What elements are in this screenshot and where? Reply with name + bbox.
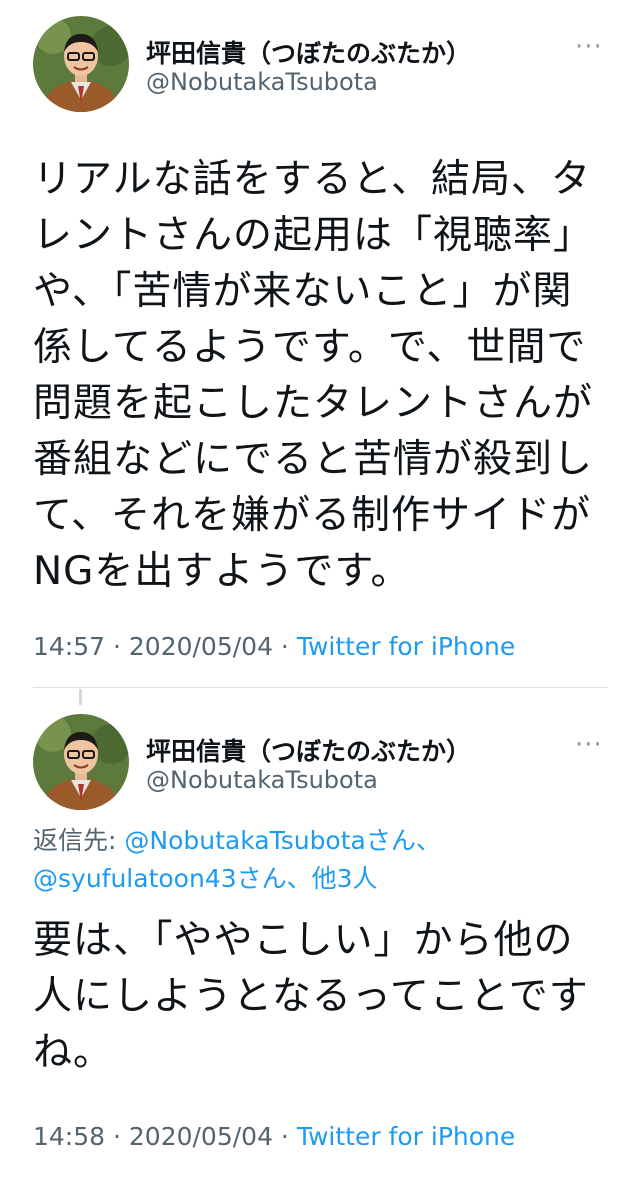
tweet-meta: 14:57 · 2020/05/04 · Twitter for iPhone [33, 632, 515, 661]
display-name[interactable]: 坪田信貴（つぼたのぶたか） [146, 34, 471, 70]
replying-to: 返信先: @NobutakaTsubotaさん、 @syufulatoon43さ… [33, 822, 441, 898]
more-options-icon[interactable]: ··· [575, 732, 609, 758]
tweet-text-line: 問題を起こしたタレントさんが [33, 381, 594, 426]
avatar-image [33, 714, 129, 810]
user-handle[interactable]: @NobutakaTsubota [146, 68, 378, 96]
tweet-text-line: や、「苦情が来ないこと」が関 [33, 269, 573, 314]
tweet-source-link[interactable]: Twitter for iPhone [297, 632, 515, 661]
tweet-time[interactable]: 14:58 [33, 1122, 105, 1151]
tweet-text-line: ね。 [33, 1030, 114, 1075]
mention-link[interactable]: @NobutakaTsubotaさん、 [124, 826, 440, 855]
tweet-text-line: 係してるようです。で、世間で [33, 325, 587, 370]
meta-separator: · [105, 1122, 129, 1151]
avatar[interactable] [33, 714, 129, 810]
avatar-image [33, 16, 129, 112]
replying-line: 返信先: @NobutakaTsubotaさん、 [33, 822, 441, 860]
user-handle[interactable]: @NobutakaTsubota [146, 766, 378, 794]
meta-separator: · [272, 632, 297, 661]
meta-separator: · [105, 632, 129, 661]
thread-connector [79, 689, 82, 705]
tweet-text: 要は、「ややこしい」から他の 人にしようとなるってことです ね。 [33, 913, 593, 1081]
tweet-date[interactable]: 2020/05/04 [129, 632, 273, 661]
tweet-date[interactable]: 2020/05/04 [129, 1122, 273, 1151]
mention-link[interactable]: @syufulatoon43さん、他3人 [33, 860, 441, 898]
avatar[interactable] [33, 16, 129, 112]
more-options-icon[interactable]: ··· [575, 34, 609, 60]
tweet-source-link[interactable]: Twitter for iPhone [297, 1122, 515, 1151]
tweet-text-line: 要は、「ややこしい」から他の [33, 918, 574, 963]
tweet-text-line: 人にしようとなるってことです [33, 974, 589, 1019]
replying-label: 返信先: [33, 826, 125, 855]
tweet-text-line: レントさんの起用は「視聴率」 [33, 213, 594, 258]
tweet-text: リアルな話をすると、結局、タ レントさんの起用は「視聴率」 や、「苦情が来ないこ… [33, 152, 593, 600]
tweet-text-line: て、それを嫌がる制作サイドが [33, 493, 592, 538]
divider [33, 687, 608, 688]
tweet-meta: 14:58 · 2020/05/04 · Twitter for iPhone [33, 1122, 515, 1151]
tweet-time[interactable]: 14:57 [33, 632, 105, 661]
tweet-text-line: 番組などにでると苦情が殺到し [33, 437, 594, 482]
meta-separator: · [272, 1122, 297, 1151]
tweet-text-line: リアルな話をすると、結局、タ [33, 157, 592, 202]
tweet-text-line: NGを出すようです。 [33, 549, 411, 594]
display-name[interactable]: 坪田信貴（つぼたのぶたか） [146, 732, 471, 768]
